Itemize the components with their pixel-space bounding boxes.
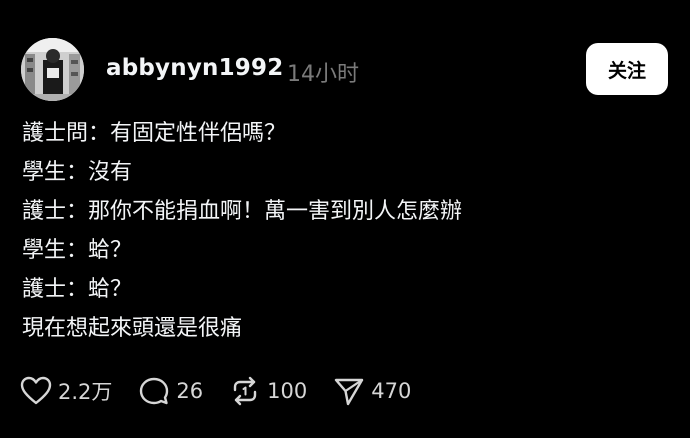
post-text: 護士問：有固定性伴侶嗎？ 學生：沒有 護士：那你不能捐血啊！萬一害到別人怎麼辦 …	[22, 114, 662, 348]
post-text-line: 護士問：有固定性伴侶嗎？	[22, 121, 287, 146]
username[interactable]: abbynyn1992	[106, 55, 283, 81]
comment-button[interactable]: 26	[138, 376, 203, 406]
repost-button[interactable]: 100	[229, 376, 307, 406]
post-text-line: 護士：那你不能捐血啊！萬一害到別人怎麼辦	[22, 199, 463, 224]
post-text-line: 護士：蛤？	[22, 277, 133, 302]
heart-icon	[20, 376, 52, 406]
avatar[interactable]	[21, 38, 84, 101]
send-icon	[333, 376, 365, 406]
follow-button[interactable]: 关注	[586, 43, 668, 95]
like-count: 2.2万	[58, 380, 113, 404]
post-text-line: 學生：蛤？	[22, 238, 133, 263]
action-bar: 2.2万 26 100 470	[20, 373, 437, 409]
comment-bubble-icon	[138, 376, 170, 406]
share-button[interactable]: 470	[333, 376, 411, 406]
share-count: 470	[371, 379, 412, 403]
comment-count: 26	[176, 379, 204, 403]
post-card: abbynyn1992 14小时 关注 護士問：有固定性伴侶嗎？ 學生：沒有 護…	[0, 0, 690, 438]
repost-icon	[229, 376, 261, 406]
timestamp: 14小时	[287, 62, 359, 87]
post-text-line: 學生：沒有	[22, 160, 133, 185]
like-button[interactable]: 2.2万	[20, 376, 112, 406]
repost-count: 100	[267, 379, 308, 403]
post-text-line: 現在想起來頭還是很痛	[22, 316, 243, 341]
